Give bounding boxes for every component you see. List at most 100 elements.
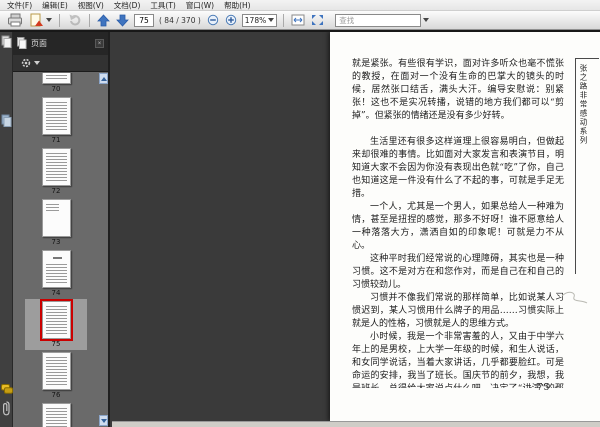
- menu-item[interactable]: 编辑(E): [37, 0, 73, 11]
- toolbar-separator: [59, 14, 60, 27]
- options-gear-icon: [20, 57, 32, 69]
- comments-icon: [1, 384, 13, 395]
- page-thumbnail[interactable]: [25, 401, 87, 427]
- pages-icon: [1, 35, 12, 49]
- page-thumbnail[interactable]: 70: [25, 73, 87, 95]
- thumbnail-text-lines: [46, 153, 67, 181]
- thumbnail-page-label: 72: [52, 186, 61, 197]
- find-options-caret-icon[interactable]: [423, 18, 429, 22]
- page-down-icon: [116, 14, 129, 27]
- panel-title: 页面: [31, 38, 91, 49]
- page-thumbnail[interactable]: 74: [25, 248, 87, 299]
- page-number-input[interactable]: [134, 14, 154, 27]
- thumbnail-page-preview: [42, 73, 71, 84]
- thumbnail-page-preview: [42, 250, 71, 288]
- thumbnail-page-label: 70: [52, 84, 61, 95]
- page-thumbnail[interactable]: 75: [25, 299, 87, 350]
- thumbnail-text-lines: [46, 73, 67, 79]
- options-caret-icon: [34, 61, 40, 65]
- page-text: 就是紧张。有些很有学识，面对许多听众也毫不慌张的教授，在面对一个没有生命的巴掌大…: [352, 58, 564, 388]
- menu-item[interactable]: 帮助(H): [219, 0, 256, 11]
- menu-bar: 文件(F)编辑(E)视图(V)文档(D)工具(T)窗口(W)帮助(H): [0, 0, 600, 11]
- attachments-tab[interactable]: [0, 400, 13, 417]
- zoom-out-button[interactable]: [205, 12, 221, 29]
- page-number-footer: - 75 -: [529, 383, 558, 393]
- main-area: 页面 × 70: [0, 30, 600, 427]
- zoom-in-icon: [225, 14, 237, 26]
- margin-doodle: [560, 288, 590, 308]
- scroll-up-icon: [101, 77, 107, 81]
- sidebar-tab-strip: [0, 32, 13, 427]
- previous-page-button[interactable]: [95, 12, 112, 29]
- thumbnail-page-preview: [42, 403, 71, 427]
- page-thumbnail[interactable]: 71: [25, 95, 87, 146]
- layers-tab[interactable]: [0, 114, 13, 128]
- zoom-level-value: 178%: [245, 16, 266, 25]
- pages-tab[interactable]: [0, 35, 13, 49]
- next-page-button[interactable]: [114, 12, 131, 29]
- panel-menu-button[interactable]: ×: [95, 39, 104, 48]
- menu-item[interactable]: 文档(D): [109, 0, 146, 11]
- fit-page-button[interactable]: [309, 12, 326, 29]
- fit-page-icon: [311, 14, 324, 26]
- menu-item[interactable]: 视图(V): [73, 0, 109, 11]
- paperclip-icon: [1, 400, 12, 417]
- toolbar: ( 84 / 370 ) 178%: [0, 11, 600, 30]
- export-button[interactable]: [27, 12, 54, 29]
- zoom-level-select[interactable]: 178%: [242, 14, 277, 27]
- previous-view-button[interactable]: [65, 12, 84, 29]
- toolbar-separator: [89, 14, 90, 27]
- menu-item[interactable]: 工具(T): [145, 0, 180, 11]
- series-label-box: 张之路非常感动系列: [575, 58, 599, 274]
- thumbnails-scroll-down-button[interactable]: [99, 415, 108, 426]
- zoom-in-button[interactable]: [223, 12, 239, 29]
- thumbnail-page-preview: [42, 199, 71, 237]
- panel-options-bar: [13, 55, 108, 72]
- thumbnail-text-lines: [46, 102, 67, 130]
- page-thumbnail[interactable]: 72: [25, 146, 87, 197]
- export-caret-icon: [46, 18, 52, 22]
- comments-tab[interactable]: [0, 384, 13, 395]
- fit-width-button[interactable]: [289, 12, 307, 29]
- pages-panel: 页面 × 70: [13, 32, 110, 427]
- export-icon: [29, 13, 44, 27]
- panel-pages-icon: [17, 37, 27, 50]
- page-count-label: ( 84 / 370 ): [159, 16, 201, 25]
- thumbnail-page-preview: [42, 352, 71, 390]
- paragraph: 小时候，我是一个非常害羞的人，又由于中学六年上的是男校，上大学一年级的时候，和生…: [352, 331, 564, 388]
- thumbnail-page-preview: [42, 301, 71, 339]
- scroll-down-icon: [101, 419, 107, 423]
- menu-item[interactable]: 窗口(W): [181, 0, 219, 11]
- bottom-scrollbar[interactable]: [112, 421, 600, 427]
- zoom-caret-icon: [268, 18, 274, 22]
- layers-icon: [1, 114, 12, 128]
- document-canvas[interactable]: 就是紧张。有些很有学识，面对许多听众也毫不慌张的教授，在面对一个没有生命的巴掌大…: [112, 32, 600, 427]
- thumbnail-options-button[interactable]: [20, 57, 40, 69]
- page-thumbnail[interactable]: 73: [25, 197, 87, 248]
- printer-icon: [7, 13, 23, 27]
- menu-item[interactable]: 文件(F): [2, 0, 37, 11]
- thumbnail-page-label: 71: [52, 135, 61, 146]
- paragraph: 这种平时我们经常说的心理障碍，其实也是一种习惯。这不是对方在和您作对，而是自己在…: [352, 253, 564, 292]
- thumbnail-text-lines: [46, 204, 59, 213]
- print-button[interactable]: [5, 12, 25, 29]
- paragraph: 就是紧张。有些很有学识，面对许多听众也毫不慌张的教授，在面对一个没有生命的巴掌大…: [352, 58, 564, 123]
- page-thumbnail[interactable]: 76: [25, 350, 87, 401]
- thumbnail-list: 70 71 72: [13, 73, 99, 427]
- thumbnail-page-preview: [42, 97, 71, 135]
- document-page: 就是紧张。有些很有学识，面对许多听众也毫不慌张的教授，在面对一个没有生命的巴掌大…: [330, 32, 600, 421]
- find-box: [335, 14, 429, 27]
- page-up-icon: [97, 14, 110, 27]
- toolbar-separator: [283, 14, 284, 27]
- pages-panel-header: 页面 ×: [13, 32, 108, 55]
- previous-view-icon: [67, 13, 82, 27]
- paragraph: 一个人，尤其是一个男人，如果总给人一种难为情，甚至是扭捏的感觉，那多不好呀！谁不…: [352, 201, 564, 253]
- zoom-out-icon: [207, 14, 219, 26]
- find-input[interactable]: [335, 14, 421, 27]
- thumbnail-page-label: 73: [52, 237, 61, 248]
- thumbnails-scroll-up-button[interactable]: [99, 73, 108, 84]
- fit-width-icon: [291, 14, 305, 26]
- thumbnail-text-lines: [46, 306, 67, 334]
- thumbnail-text-lines: [46, 357, 67, 385]
- thumbnail-page-label: 74: [52, 288, 61, 299]
